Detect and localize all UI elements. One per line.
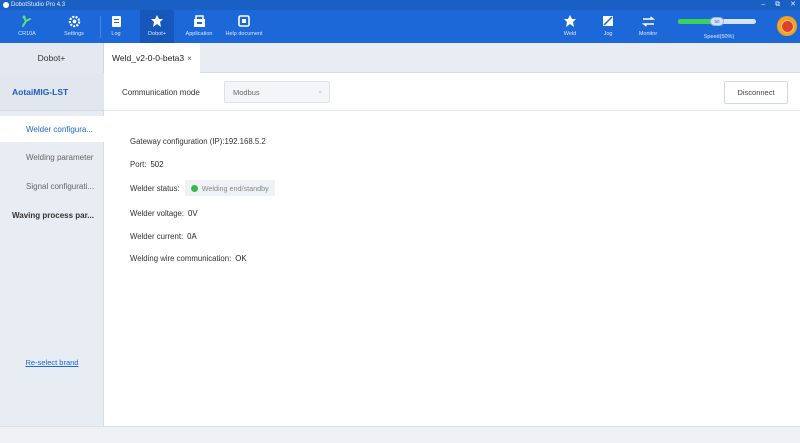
port-row: Port: 502	[130, 160, 163, 169]
status-badge: Welding end/standby	[184, 180, 275, 196]
speed-slider-handle[interactable]: 50	[710, 17, 724, 26]
status-dot-icon	[190, 184, 198, 192]
welder-status-label: Welder status:	[130, 183, 180, 193]
toolbar-robot-button[interactable]: CR10A	[12, 10, 42, 43]
reselect-brand-link[interactable]: Re-select brand	[0, 358, 104, 367]
welder-current-row: Welder current: 0A	[130, 232, 197, 241]
speed-label: Speed(50%)	[703, 34, 735, 40]
welder-voltage-value: 0V	[188, 209, 198, 218]
welder-status-value: Welding end/standby	[201, 183, 269, 193]
status-footer	[0, 426, 800, 443]
emergency-stop-button[interactable]	[777, 16, 797, 36]
welder-current-label: Welder current:	[130, 232, 184, 241]
gateway-config-value: 192.168.5.2	[224, 137, 266, 146]
sidebar-item-welding-parameter[interactable]: Welding parameter	[0, 144, 104, 170]
emergency-stop-icon	[780, 19, 794, 33]
wire-communication-value: OK	[235, 254, 247, 263]
main-content: Communication mode Modbus ⌄ Disconnect G…	[104, 73, 800, 426]
welder-voltage-row: Welder voltage: 0V	[130, 209, 198, 218]
communication-bar: Communication mode Modbus ⌄ Disconnect	[104, 73, 800, 111]
restore-button[interactable]: ⧉	[775, 0, 780, 10]
toolbar-jog-button[interactable]: Jog	[596, 10, 620, 43]
application-icon	[190, 13, 208, 29]
title-bar: DobotStudio Pro 4.3 – ⧉ ✕	[0, 0, 800, 10]
help-document-icon	[235, 13, 253, 29]
toolbar-monitor-button[interactable]: Monitor	[632, 10, 664, 43]
weld-icon	[561, 13, 579, 29]
toolbar-settings-button[interactable]: Settings	[56, 10, 92, 43]
speed-slider[interactable]: 50	[678, 17, 756, 26]
tab-weld-plugin-label: Weld_v2-0-0-beta3	[112, 53, 185, 63]
port-value: 502	[150, 160, 164, 169]
port-label: Port:	[130, 160, 147, 169]
communication-mode-select[interactable]: Modbus ⌄	[224, 81, 330, 103]
toolbar-log-button[interactable]: Log	[106, 10, 126, 43]
plugin-sidebar: AotaiMIG-LST Welder configura... Welding…	[0, 73, 104, 426]
sidebar-item-welder-configuration[interactable]: Welder configura...	[0, 116, 104, 142]
wire-communication-label: Welding wire communication:	[130, 254, 232, 263]
gear-icon	[65, 13, 83, 29]
communication-mode-label: Communication mode	[122, 87, 200, 97]
chevron-down-icon: ⌄	[317, 88, 323, 95]
tab-weld-plugin[interactable]: Weld_v2-0-0-beta3 ×	[104, 43, 200, 73]
welder-voltage-label: Welder voltage:	[130, 209, 185, 218]
close-tab-icon[interactable]: ×	[187, 54, 192, 63]
sidebar-item-signal-configuration[interactable]: Signal configurati...	[0, 173, 104, 199]
window-controls: – ⧉ ✕	[761, 0, 796, 10]
app-logo-icon	[3, 2, 9, 8]
gateway-config-label: Gateway configuration (IP):	[130, 137, 225, 146]
welder-status-row: Welder status: Welding end/standby	[130, 180, 275, 196]
window-title: DobotStudio Pro 4.3	[11, 2, 66, 8]
tab-bar: Dobot+ Weld_v2-0-0-beta3 ×	[0, 43, 800, 73]
toolbar-dobot-plus-button[interactable]: Dobot+	[140, 10, 174, 43]
monitor-icon	[639, 13, 657, 29]
disconnect-button[interactable]: Disconnect	[724, 81, 788, 104]
gateway-config-row: Gateway configuration (IP): 192.168.5.2	[130, 137, 266, 146]
close-window-button[interactable]: ✕	[790, 0, 796, 10]
robot-arm-icon	[18, 13, 36, 29]
communication-mode-value: Modbus	[233, 87, 260, 97]
toolbar-application-button[interactable]: Application	[180, 10, 218, 43]
jog-icon	[599, 13, 617, 29]
welder-brand: AotaiMIG-LST	[0, 73, 104, 111]
log-icon	[107, 13, 125, 29]
welder-current-value: 0A	[187, 232, 197, 241]
speed-control: 50 Speed(50%)	[674, 10, 764, 43]
toolbar-separator	[100, 16, 101, 38]
wire-communication-row: Welding wire communication: OK	[130, 254, 247, 263]
tab-dobot-plus[interactable]: Dobot+	[0, 43, 104, 73]
toolbar-help-document-button[interactable]: Help document	[222, 10, 266, 43]
main-toolbar: CR10A Settings Log Dobot+ Application He…	[0, 10, 800, 43]
minimize-button[interactable]: –	[761, 0, 765, 10]
sidebar-item-waving-process[interactable]: Waving process par...	[0, 202, 104, 228]
dobot-plus-icon	[148, 13, 166, 29]
toolbar-weld-button[interactable]: Weld	[558, 10, 582, 43]
